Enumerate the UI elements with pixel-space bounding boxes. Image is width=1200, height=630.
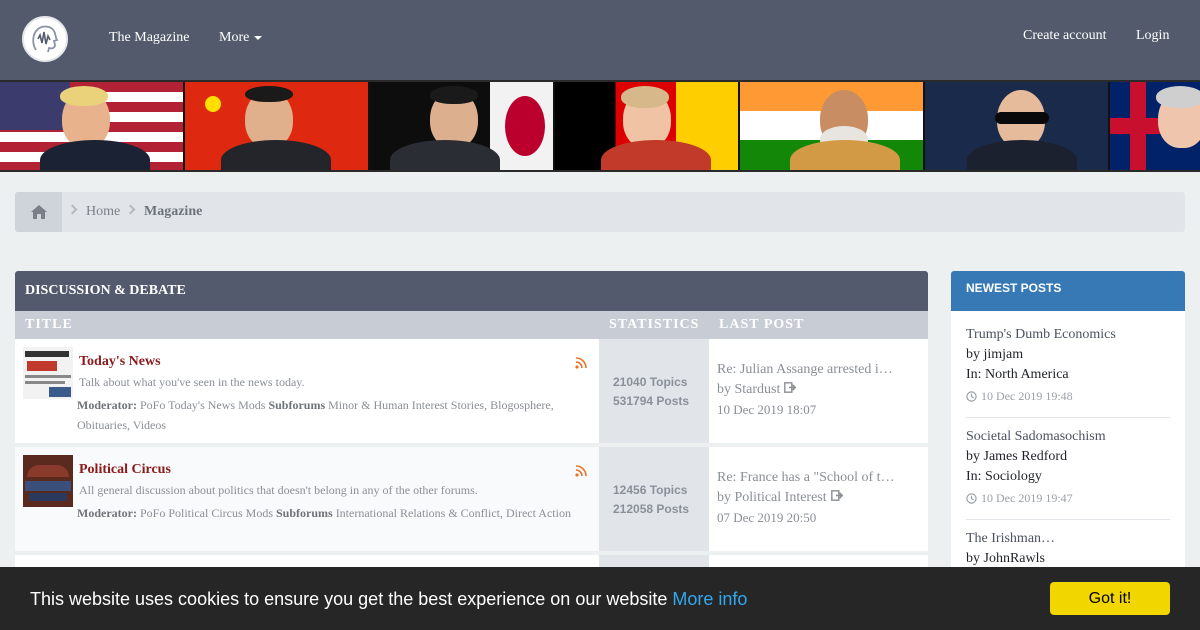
forum-thumbnail-parliament[interactable] — [23, 455, 73, 507]
forum-description: Talk about what you've seen in the news … — [79, 375, 305, 389]
home-icon — [30, 205, 47, 219]
topics-count: 21040 Topics — [613, 375, 688, 389]
banner-panel-japan — [370, 82, 553, 170]
forum-info-cell: Today's News Talk about what you've seen… — [15, 339, 599, 443]
newest-posts-panel: NEWEST POSTS Trump's Dumb Economics by j… — [951, 271, 1185, 571]
posts-count: 212058 Posts — [613, 502, 690, 516]
newest-post-item: Trump's Dumb Economics by jimjam In: Nor… — [966, 327, 1170, 404]
nav-more-dropdown[interactable]: More — [219, 30, 263, 46]
forum-thumbnail-newspapers[interactable] — [23, 347, 73, 399]
forum-section-header: DISCUSSION & DEBATE — [15, 271, 928, 311]
topics-count: 12456 Topics — [613, 483, 688, 497]
forum-column-headers: TITLE STATISTICS LAST POST — [15, 311, 928, 339]
column-title: TITLE — [25, 317, 73, 332]
newest-post-title[interactable]: Trump's Dumb Economics — [966, 327, 1170, 343]
nav-more-label: More — [219, 30, 250, 45]
forum-info-cell: Political Circus All general discussion … — [15, 447, 599, 551]
last-post-by-label: by — [717, 382, 731, 397]
rss-feed-icon[interactable] — [575, 465, 587, 477]
last-post-author-link[interactable]: Political Interest — [735, 490, 827, 505]
forum-section-title: DISCUSSION & DEBATE — [25, 283, 186, 298]
forum-title-link[interactable]: Political Circus — [79, 462, 171, 478]
newest-posts-header: NEWEST POSTS — [951, 271, 1185, 311]
nav-create-account[interactable]: Create account — [1023, 28, 1107, 44]
clock-icon — [966, 493, 977, 504]
newest-post-forum[interactable]: In: North America — [966, 367, 1170, 383]
last-post-link[interactable]: Re: France has a "School of t… — [717, 470, 895, 486]
forum-moderators-subforums: Moderator: PoFo Today's News Mods Subfor… — [77, 395, 587, 435]
newest-post-item: The Irishman… by JohnRawls — [966, 531, 1170, 567]
goto-post-icon[interactable] — [784, 382, 797, 393]
breadcrumb: Home Magazine — [15, 192, 1185, 232]
newest-post-item: Societal Sadomasochism by James Redford … — [966, 429, 1170, 506]
cookie-accept-button[interactable]: Got it! — [1050, 582, 1170, 615]
moderator-link[interactable]: PoFo Today's News Mods — [140, 398, 265, 412]
head-wave-logo-icon — [32, 25, 59, 53]
forum-stats-cell: 21040 Topics 531794 Posts — [599, 339, 709, 443]
forum-moderators-subforums: Moderator: PoFo Political Circus Mods Su… — [77, 503, 587, 523]
banner-panel-russia — [925, 82, 1108, 170]
last-post-author-link[interactable]: Stardust — [735, 382, 781, 397]
moderator-label: Moderator: — [77, 398, 137, 412]
moderator-link[interactable]: PoFo Political Circus Mods — [140, 506, 273, 520]
posts-count: 531794 Posts — [613, 394, 690, 408]
banner-panel-usa — [0, 82, 183, 170]
forum-title-link[interactable]: Today's News — [79, 354, 161, 370]
subforums-label: Subforums — [268, 398, 326, 412]
last-post-date: 10 Dec 2019 18:07 — [717, 402, 817, 417]
banner-panel-china — [185, 82, 368, 170]
forum-last-post-cell: Re: France has a "School of t… by Politi… — [709, 447, 928, 551]
newest-post-author[interactable]: by jimjam — [966, 347, 1170, 363]
header-banner-image — [0, 80, 1200, 172]
banner-panel-uk — [1110, 82, 1200, 170]
goto-post-icon[interactable] — [830, 490, 843, 501]
newest-post-author[interactable]: by JohnRawls — [966, 551, 1170, 567]
newest-posts-title: NEWEST POSTS — [966, 281, 1062, 295]
post-divider — [966, 417, 1170, 418]
forum-row: Today's News Talk about what you've seen… — [15, 339, 928, 443]
cookie-message-text: This website uses cookies to ensure you … — [30, 589, 668, 609]
site-logo[interactable] — [22, 16, 68, 62]
newest-post-date: 10 Dec 2019 19:48 — [966, 389, 1170, 404]
newest-post-title[interactable]: Societal Sadomasochism — [966, 429, 1170, 445]
post-divider — [966, 519, 1170, 520]
column-statistics: STATISTICS — [609, 317, 700, 332]
subforums-label: Subforums — [276, 506, 333, 520]
cookie-message: This website uses cookies to ensure you … — [30, 589, 747, 610]
nav-the-magazine[interactable]: The Magazine — [109, 30, 189, 46]
last-post-author: by Stardust — [717, 382, 797, 398]
chevron-right-icon — [125, 204, 136, 215]
cookie-more-info-link[interactable]: More info — [672, 589, 747, 609]
cookie-consent-bar: This website uses cookies to ensure you … — [0, 567, 1200, 630]
last-post-date: 07 Dec 2019 20:50 — [717, 510, 817, 525]
forum-description: All general discussion about politics th… — [79, 483, 478, 497]
subforums-links[interactable]: International Relations & Conflict, Dire… — [336, 506, 571, 520]
column-last-post: LAST POST — [719, 317, 805, 332]
newest-post-author[interactable]: by James Redford — [966, 449, 1170, 465]
nav-login[interactable]: Login — [1136, 28, 1169, 44]
caret-down-icon — [254, 35, 263, 40]
banner-panel-india — [740, 82, 923, 170]
rss-feed-icon[interactable] — [575, 357, 587, 369]
breadcrumb-magazine[interactable]: Magazine — [144, 204, 202, 220]
newest-post-title[interactable]: The Irishman… — [966, 531, 1170, 547]
last-post-link[interactable]: Re: Julian Assange arrested i… — [717, 362, 893, 378]
newest-post-date: 10 Dec 2019 19:47 — [966, 491, 1170, 506]
moderator-label: Moderator: — [77, 506, 137, 520]
newest-post-date-text: 10 Dec 2019 19:48 — [981, 389, 1073, 403]
chevron-right-icon — [67, 204, 78, 215]
banner-panel-germany — [555, 82, 738, 170]
breadcrumb-home[interactable]: Home — [86, 204, 120, 220]
clock-icon — [966, 391, 977, 402]
newest-post-date-text: 10 Dec 2019 19:47 — [981, 491, 1073, 505]
newest-post-forum[interactable]: In: Sociology — [966, 469, 1170, 485]
forum-section: DISCUSSION & DEBATE TITLE STATISTICS LAS… — [15, 271, 928, 575]
forum-stats-cell: 12456 Topics 212058 Posts — [599, 447, 709, 551]
top-navbar: The Magazine More Create account Login — [0, 0, 1200, 80]
last-post-by-label: by — [717, 490, 731, 505]
last-post-author: by Political Interest — [717, 490, 843, 506]
breadcrumb-home-button[interactable] — [15, 192, 62, 232]
forum-last-post-cell: Re: Julian Assange arrested i… by Stardu… — [709, 339, 928, 443]
forum-row: Political Circus All general discussion … — [15, 447, 928, 551]
